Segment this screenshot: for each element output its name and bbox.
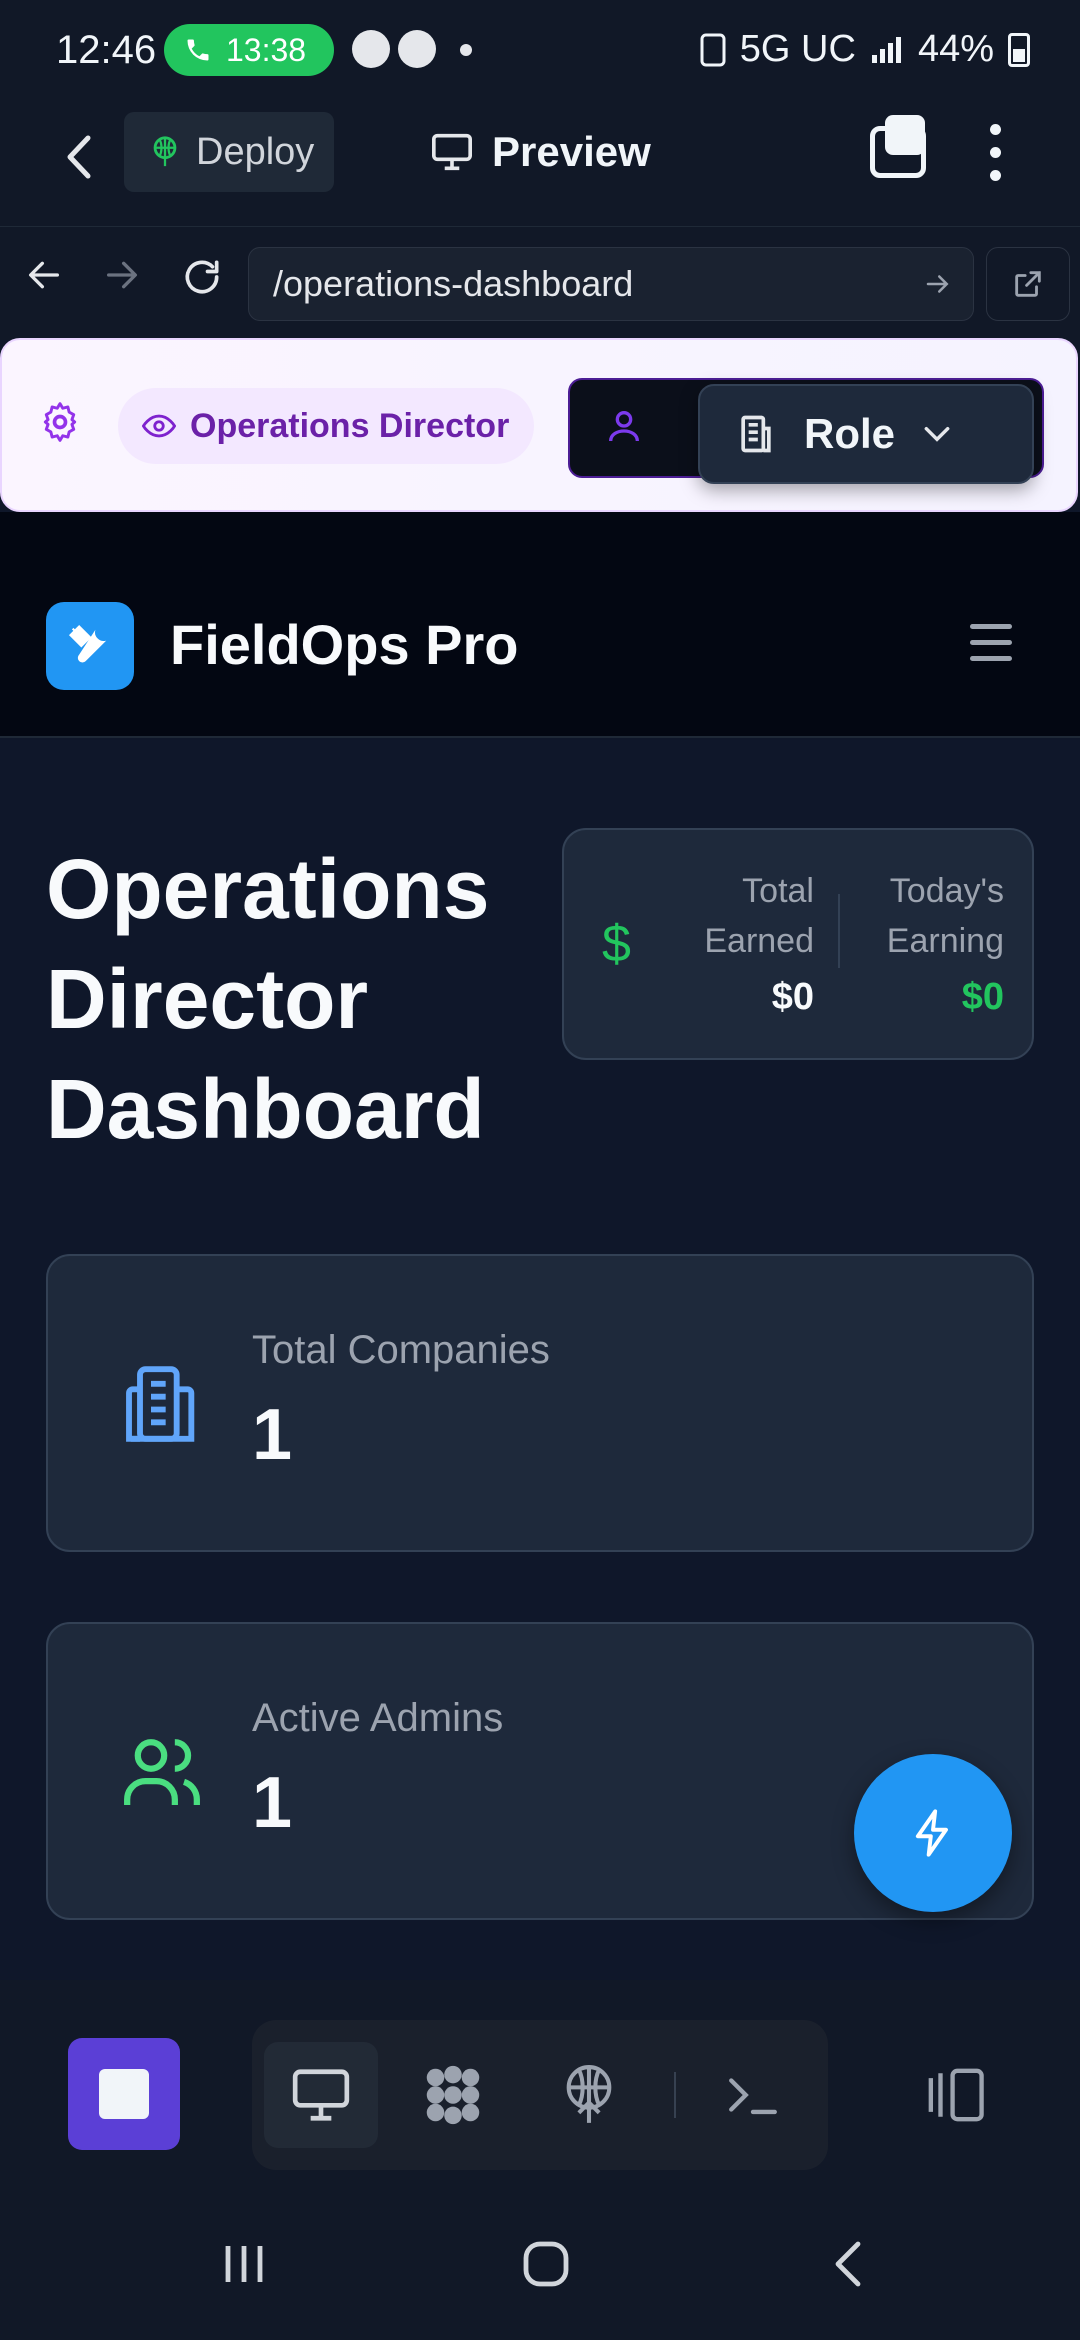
page-title: Operations Director Dashboard bbox=[46, 842, 490, 1156]
total-earned-label: Total Earned bbox=[704, 872, 814, 960]
monitor-icon bbox=[292, 2069, 350, 2121]
terminal-icon bbox=[729, 2078, 777, 2115]
deploy-button[interactable]: Deploy bbox=[124, 112, 334, 192]
arrow-right-icon bbox=[926, 275, 949, 293]
stop-button[interactable] bbox=[68, 2038, 180, 2150]
chevron-left-icon bbox=[835, 2241, 861, 2287]
stat-label: Total Companies bbox=[252, 1328, 550, 1372]
chevron-left-icon bbox=[67, 135, 91, 179]
stat-value: 1 bbox=[252, 1395, 293, 1475]
status-time: 12:46 bbox=[56, 28, 157, 72]
eye-icon bbox=[142, 414, 176, 438]
battery-icon bbox=[1008, 32, 1030, 67]
go-button[interactable] bbox=[923, 264, 953, 313]
tool-deploy[interactable] bbox=[532, 2042, 646, 2148]
dollar-icon: $ bbox=[602, 915, 631, 973]
nav-forward-button[interactable] bbox=[102, 255, 142, 306]
deploy-icon bbox=[153, 136, 177, 167]
todays-earning: Today's Earning $0 bbox=[854, 866, 1004, 1022]
notification-dot-icon bbox=[460, 44, 472, 56]
users-icon bbox=[118, 1728, 206, 1821]
preview-button[interactable]: Preview bbox=[430, 128, 651, 176]
recent-apps-icon bbox=[225, 2246, 263, 2282]
back-button[interactable] bbox=[60, 132, 100, 195]
hamburger-menu-icon[interactable] bbox=[970, 624, 1012, 672]
url-bar: /operations-dashboard bbox=[0, 226, 1080, 340]
external-link-icon bbox=[1015, 271, 1041, 297]
signal-icon bbox=[871, 36, 901, 63]
divider bbox=[838, 894, 840, 968]
system-nav-bar bbox=[0, 2190, 1080, 2340]
todays-earning-label: Today's Earning bbox=[886, 872, 1004, 960]
arrow-right-icon bbox=[107, 261, 137, 289]
reload-icon bbox=[185, 260, 219, 294]
more-vert-icon[interactable] bbox=[990, 124, 1002, 184]
building-icon bbox=[118, 1360, 206, 1453]
app-top-bar: Deploy Preview bbox=[0, 100, 1080, 226]
url-text: /operations-dashboard bbox=[273, 263, 634, 304]
deploy-icon bbox=[566, 2065, 612, 2123]
tool-console[interactable] bbox=[696, 2042, 810, 2148]
tools-icon bbox=[68, 624, 107, 663]
home-button[interactable] bbox=[520, 2238, 572, 2295]
home-icon bbox=[523, 2241, 569, 2287]
total-earned-value: $0 bbox=[771, 976, 814, 1018]
call-timer: 13:38 bbox=[226, 31, 307, 68]
reload-button[interactable] bbox=[180, 255, 224, 310]
open-external-button[interactable] bbox=[986, 247, 1070, 321]
separator bbox=[674, 2072, 676, 2118]
messenger-icon bbox=[398, 30, 436, 68]
total-earned: Total Earned $0 bbox=[664, 866, 814, 1022]
tool-agent[interactable] bbox=[396, 2042, 510, 2148]
current-role-badge: Operations Director bbox=[118, 388, 534, 464]
user-role-button[interactable] bbox=[604, 404, 644, 453]
phone-icon bbox=[187, 39, 209, 61]
tool-switcher bbox=[252, 2020, 828, 2170]
stat-card-total-companies[interactable]: Total Companies 1 bbox=[46, 1254, 1034, 1552]
preview-label: Preview bbox=[492, 128, 651, 175]
quick-action-button[interactable] bbox=[854, 1754, 1012, 1912]
split-view-button[interactable] bbox=[920, 2066, 990, 2129]
app-logo[interactable] bbox=[46, 602, 134, 690]
status-bar: 12:46 13:38 5G UC 44% bbox=[0, 0, 1080, 100]
recent-apps-button[interactable] bbox=[218, 2238, 270, 2295]
todays-earning-value: $0 bbox=[961, 976, 1004, 1018]
stat-label: Active Admins bbox=[252, 1696, 504, 1740]
stop-icon bbox=[99, 2069, 149, 2119]
settings-button[interactable] bbox=[38, 400, 82, 449]
chevron-down-icon bbox=[924, 426, 950, 442]
app-header: FieldOps Pro bbox=[0, 512, 1080, 738]
arrow-left-icon bbox=[29, 261, 59, 289]
call-indicator[interactable]: 13:38 bbox=[164, 24, 334, 76]
tool-preview[interactable] bbox=[264, 2042, 378, 2148]
messenger-icon bbox=[352, 30, 390, 68]
deploy-label: Deploy bbox=[196, 130, 315, 173]
url-input[interactable]: /operations-dashboard bbox=[248, 247, 974, 321]
bottom-toolbar bbox=[0, 1980, 1080, 2196]
monitor-icon bbox=[432, 133, 472, 171]
building-icon bbox=[741, 415, 771, 453]
user-icon bbox=[609, 411, 639, 442]
app-title: FieldOps Pro bbox=[170, 613, 519, 676]
lightning-icon bbox=[915, 1809, 948, 1857]
split-screen-icon bbox=[928, 2068, 984, 2122]
nav-back-button[interactable] bbox=[24, 255, 64, 306]
battery-percent: 44% bbox=[917, 28, 994, 70]
system-back-button[interactable] bbox=[826, 2238, 870, 2295]
network-type: 5G UC bbox=[739, 28, 856, 70]
agent-icon bbox=[426, 2065, 480, 2125]
role-select[interactable]: Role bbox=[698, 384, 1034, 484]
nfc-icon bbox=[700, 33, 726, 66]
stat-value: 1 bbox=[252, 1763, 293, 1843]
earnings-card: $ Total Earned $0 Today's Earning $0 bbox=[562, 828, 1034, 1060]
gear-icon bbox=[43, 402, 77, 442]
tabs-icon[interactable] bbox=[870, 115, 926, 178]
current-role-label: Operations Director bbox=[190, 406, 510, 445]
role-select-label: Role bbox=[804, 410, 896, 457]
